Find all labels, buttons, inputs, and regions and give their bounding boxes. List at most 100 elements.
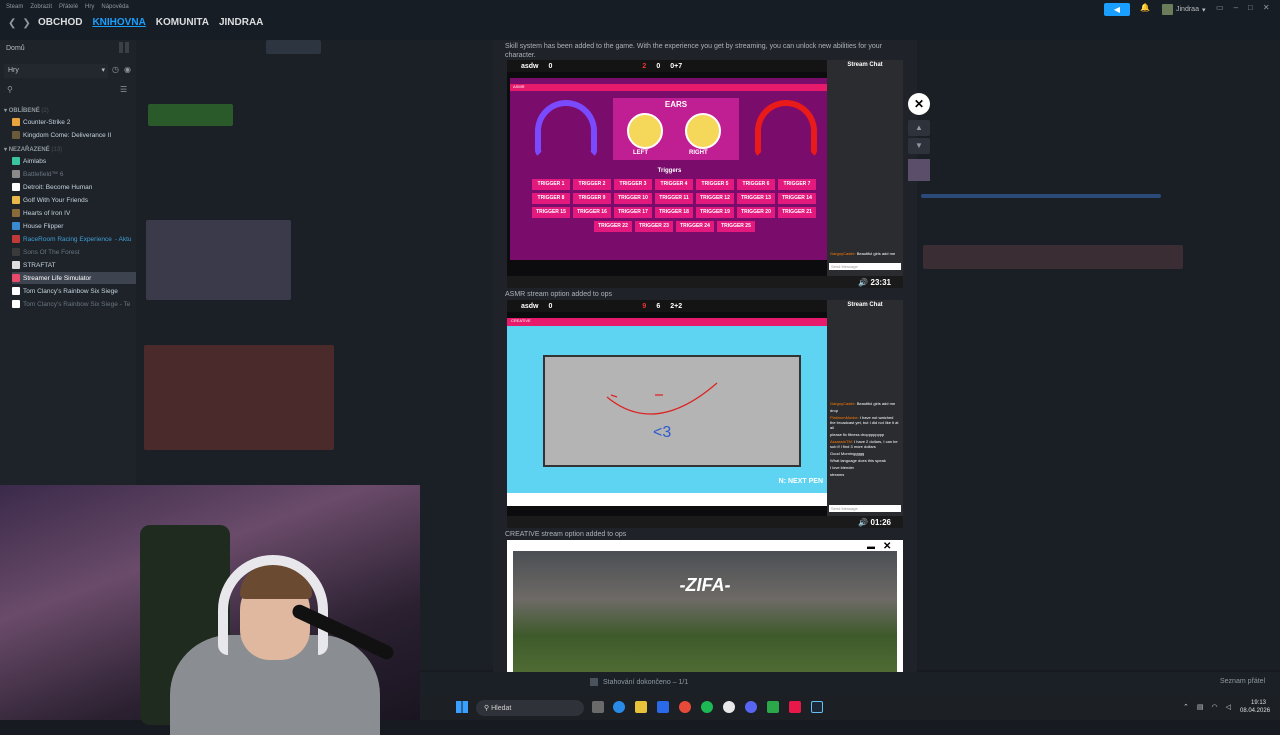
- sidebar-home[interactable]: Domů: [6, 45, 25, 52]
- maximize-icon[interactable]: □: [1248, 3, 1253, 12]
- send-message-input[interactable]: Send Message: [829, 263, 901, 270]
- task-view-icon[interactable]: [592, 701, 604, 713]
- trigger-button[interactable]: TRIGGER 15: [532, 207, 570, 218]
- sidebar-game-item[interactable]: Hearts of Iron IV: [12, 207, 136, 219]
- nav-profile[interactable]: JINDRAA: [219, 17, 263, 28]
- menu-friends[interactable]: Přátelé: [59, 4, 78, 10]
- download-filter-icon[interactable]: ◉: [124, 65, 131, 74]
- drawing-canvas[interactable]: <3: [543, 355, 801, 467]
- forward-arrow-icon[interactable]: ❯: [22, 18, 30, 29]
- trigger-button[interactable]: TRIGGER 16: [573, 207, 611, 218]
- nav-community[interactable]: KOMUNITA: [156, 17, 209, 28]
- sidebar-game-item[interactable]: Detroit: Become Human: [12, 181, 136, 193]
- taskbar-clock[interactable]: 19:13 08.04.2026: [1240, 699, 1270, 715]
- trigger-button[interactable]: TRIGGER 7: [778, 179, 816, 190]
- trigger-button[interactable]: TRIGGER 11: [655, 193, 693, 204]
- sidebar-game-item[interactable]: Aimlabs: [12, 155, 136, 167]
- sidebar-game-item[interactable]: Tom Clancy's Rainbow Six Siege - Te: [12, 298, 136, 310]
- chrome-icon[interactable]: [679, 701, 691, 713]
- trigger-button[interactable]: TRIGGER 12: [696, 193, 734, 204]
- sidebar-game-item[interactable]: Kingdom Come: Deliverance II: [12, 129, 136, 141]
- trigger-button[interactable]: TRIGGER 17: [614, 207, 652, 218]
- search-icon[interactable]: ⚲: [7, 85, 13, 94]
- sidebar-game-item[interactable]: Streamer Life Simulator: [12, 272, 136, 284]
- menu-help[interactable]: Nápověda: [101, 4, 128, 10]
- menu-games[interactable]: Hry: [85, 4, 94, 10]
- trigger-button[interactable]: TRIGGER 13: [737, 193, 775, 204]
- nav-library[interactable]: KNIHOVNA: [92, 17, 145, 28]
- trigger-button[interactable]: TRIGGER 24: [676, 221, 714, 232]
- scroll-down-button[interactable]: ▼: [908, 138, 930, 154]
- edge-icon[interactable]: [613, 701, 625, 713]
- game-thumbnail[interactable]: [908, 159, 930, 181]
- wifi-icon[interactable]: ◠: [1212, 703, 1218, 711]
- trigger-button[interactable]: TRIGGER 25: [717, 221, 755, 232]
- trigger-button[interactable]: TRIGGER 18: [655, 207, 693, 218]
- sidebar-game-item[interactable]: Battlefield™ 6: [12, 168, 136, 180]
- notification-bell-icon[interactable]: 🔔: [1140, 3, 1150, 12]
- back-arrow-icon[interactable]: ❮: [8, 18, 16, 29]
- close-icon[interactable]: ✕: [883, 541, 891, 552]
- volume-icon[interactable]: ◁: [1226, 703, 1231, 711]
- filter-icon[interactable]: ☰: [120, 85, 127, 94]
- obs-icon[interactable]: [723, 701, 735, 713]
- games-filter-dropdown[interactable]: Hry ▾: [4, 64, 108, 78]
- ear-left-icon[interactable]: [627, 113, 663, 149]
- trigger-button[interactable]: TRIGGER 4: [655, 179, 693, 190]
- trigger-button[interactable]: TRIGGER 22: [594, 221, 632, 232]
- grid-view-icon[interactable]: [119, 42, 130, 53]
- trigger-button[interactable]: TRIGGER 19: [696, 207, 734, 218]
- sidebar-game-item[interactable]: House Flipper: [12, 220, 136, 232]
- chevron-up-icon[interactable]: ⌃: [1183, 703, 1189, 711]
- trigger-button[interactable]: TRIGGER 8: [532, 193, 570, 204]
- trigger-button[interactable]: TRIGGER 3: [614, 179, 652, 190]
- sidebar-game-item[interactable]: STRAFTAT: [12, 259, 136, 271]
- trigger-button[interactable]: TRIGGER 10: [614, 193, 652, 204]
- nav-store[interactable]: OBCHOD: [38, 17, 82, 28]
- recent-clock-icon[interactable]: ◷: [112, 65, 119, 74]
- broadcast-button[interactable]: ◀: [1104, 3, 1130, 16]
- trigger-button[interactable]: TRIGGER 5: [696, 179, 734, 190]
- menu-steam[interactable]: Steam: [6, 4, 23, 10]
- ear-right-icon[interactable]: [685, 113, 721, 149]
- scroll-up-button[interactable]: ▲: [908, 120, 930, 136]
- friends-list-button[interactable]: Seznam přátel: [1220, 678, 1265, 685]
- windows-start-icon[interactable]: [456, 701, 468, 713]
- category-favorites[interactable]: ▾ OBLÍBENÉ (2): [4, 107, 49, 114]
- user-menu[interactable]: Jindraa ▾: [1162, 3, 1205, 16]
- discord-icon[interactable]: [745, 701, 757, 713]
- trigger-button[interactable]: TRIGGER 2: [573, 179, 611, 190]
- screenshot-asmr[interactable]: asdw 0 2 0 0+7 ASMR EARS LEFT RIGHT Trig…: [507, 60, 903, 288]
- send-message-input[interactable]: Send Message: [829, 505, 901, 512]
- tiktok-icon[interactable]: [789, 701, 801, 713]
- sidebar-game-item[interactable]: Sons Of The Forest: [12, 246, 136, 258]
- close-icon[interactable]: ✕: [1263, 3, 1270, 12]
- spotify-icon[interactable]: [701, 701, 713, 713]
- nvidia-icon[interactable]: [767, 701, 779, 713]
- trigger-button[interactable]: TRIGGER 9: [573, 193, 611, 204]
- trigger-button[interactable]: TRIGGER 1: [532, 179, 570, 190]
- file-explorer-icon[interactable]: [635, 701, 647, 713]
- sidebar-game-item[interactable]: RaceRoom Racing Experience - Aktu: [12, 233, 136, 245]
- sidebar-game-item[interactable]: Counter-Strike 2: [12, 116, 136, 128]
- store-icon[interactable]: [657, 701, 669, 713]
- minimize-icon[interactable]: ▬: [867, 542, 875, 551]
- trigger-button[interactable]: TRIGGER 6: [737, 179, 775, 190]
- screenshot-creative[interactable]: asdw 0 9 6 2+2 CREATIVE <3 N: NEXT PEN S…: [507, 300, 903, 528]
- category-unsorted[interactable]: ▾ NEZAŘAZENÉ (13): [4, 146, 62, 153]
- trigger-button[interactable]: TRIGGER 23: [635, 221, 673, 232]
- menu-view[interactable]: Zobrazit: [30, 4, 52, 10]
- monitor-icon[interactable]: ▭: [1216, 3, 1224, 12]
- trigger-button[interactable]: TRIGGER 21: [778, 207, 816, 218]
- screenshot-zifa[interactable]: -ZIFA- ▬ ✕: [507, 540, 903, 672]
- sidebar-game-item[interactable]: Golf With Your Friends: [12, 194, 136, 206]
- close-modal-button[interactable]: ✕: [908, 93, 930, 115]
- steam-icon[interactable]: [811, 701, 823, 713]
- taskbar-search[interactable]: ⚲ Hledat: [476, 700, 584, 716]
- download-status[interactable]: Stahování dokončeno – 1/1: [590, 678, 688, 686]
- network-icon[interactable]: ▤: [1197, 703, 1204, 711]
- trigger-button[interactable]: TRIGGER 14: [778, 193, 816, 204]
- minimize-icon[interactable]: –: [1234, 3, 1238, 12]
- sidebar-game-item[interactable]: Tom Clancy's Rainbow Six Siege: [12, 285, 136, 297]
- trigger-button[interactable]: TRIGGER 20: [737, 207, 775, 218]
